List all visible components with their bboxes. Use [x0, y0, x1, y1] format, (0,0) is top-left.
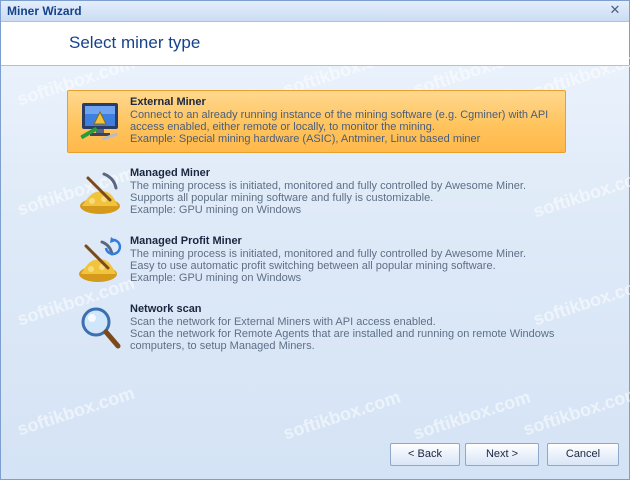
option-description-line: Scan the network for Remote Agents that … — [130, 328, 555, 340]
option-description-line: Example: GPU mining on Windows — [130, 272, 302, 284]
option-description-line: The mining process is initiated, monitor… — [130, 180, 526, 192]
gold-pickaxe-refresh-icon — [79, 237, 122, 282]
option-title: Managed Miner — [130, 167, 211, 179]
option-description-line: access enabled, either remote or locally… — [130, 121, 435, 133]
option-description-line: Example: GPU mining on Windows — [130, 204, 302, 216]
option-description-line: The mining process is initiated, monitor… — [130, 248, 526, 260]
option-managed-profit-miner[interactable]: Managed Profit Miner The mining process … — [67, 229, 566, 289]
title-bar[interactable]: Miner Wizard ✕ — [1, 1, 629, 22]
option-description-line: Example: Special mining hardware (ASIC),… — [130, 133, 481, 145]
back-button[interactable]: < Back — [390, 443, 460, 466]
option-description-line: Connect to an already running instance o… — [130, 109, 549, 121]
watermark: softikbox.com — [14, 382, 137, 440]
option-description-line: Scan the network for External Miners wit… — [130, 316, 436, 328]
option-network-scan[interactable]: Network scan Scan the network for Extern… — [67, 297, 566, 357]
watermark: softikbox.com — [280, 386, 403, 444]
option-title: External Miner — [130, 96, 206, 108]
watermark: softikbox.com — [520, 382, 630, 440]
window-title: Miner Wizard — [7, 4, 82, 18]
wizard-window: softikbox.com softikbox.com softikbox.co… — [0, 0, 630, 480]
close-icon[interactable]: ✕ — [607, 2, 623, 18]
cancel-button[interactable]: Cancel — [547, 443, 619, 466]
option-description-line: computers, to setup Managed Miners. — [130, 340, 315, 352]
option-managed-miner[interactable]: Managed Miner The mining process is init… — [67, 161, 566, 221]
gold-pickaxe-icon — [80, 172, 120, 214]
watermark: softikbox.com — [410, 386, 533, 444]
option-title: Managed Profit Miner — [130, 235, 242, 247]
option-description-line: Supports all popular mining software and… — [130, 192, 434, 204]
magnifier-icon — [81, 307, 121, 349]
option-description-line: Easy to use automatic profit switching b… — [130, 260, 496, 272]
option-title: Network scan — [130, 303, 202, 315]
monitor-tools-icon — [80, 103, 118, 141]
option-external-miner[interactable]: External Miner Connect to an already run… — [67, 90, 566, 153]
page-title: Select miner type — [69, 33, 201, 52]
wizard-header: Select miner type — [1, 22, 629, 66]
next-button[interactable]: Next > — [465, 443, 539, 466]
